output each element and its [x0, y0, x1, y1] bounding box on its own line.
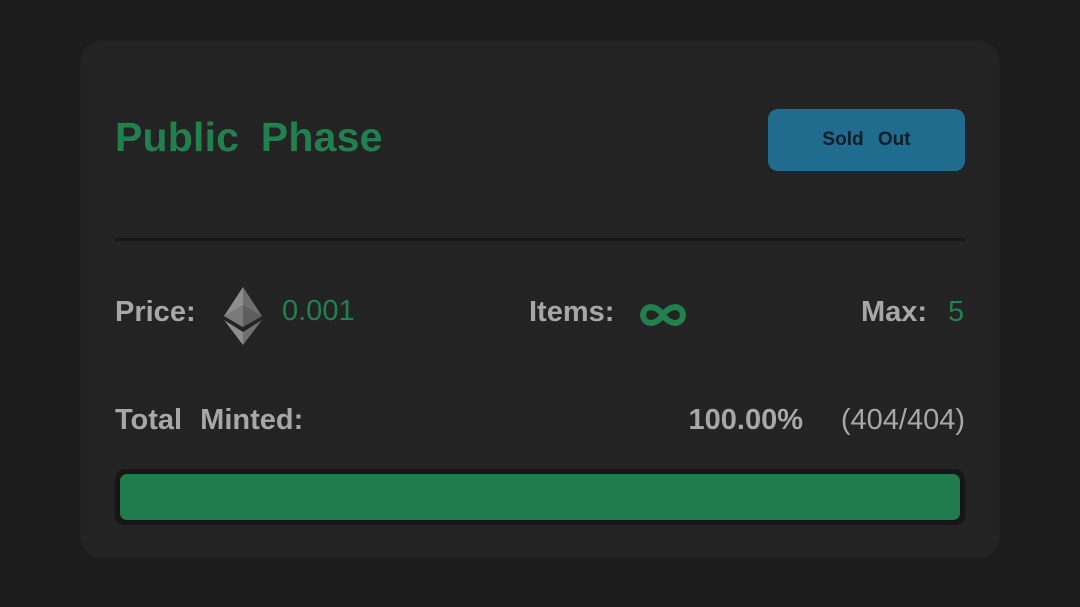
price-label: Price:: [115, 296, 196, 328]
mint-phase-card: Public Phase Sold Out Price: 0.001 Items…: [81, 41, 999, 558]
items-label: Items:: [529, 296, 615, 328]
sold-out-button[interactable]: Sold Out: [768, 109, 965, 171]
mint-progress-fill: [120, 474, 960, 520]
minted-count: (404/404): [840, 404, 965, 436]
phase-title: Public Phase: [115, 114, 383, 160]
divider: [115, 238, 965, 241]
mint-progress-bar: [115, 469, 965, 525]
infinity-icon: [640, 304, 686, 326]
max-value: 5: [948, 296, 965, 328]
minted-percent: 100.00%: [688, 404, 804, 436]
total-minted-label: Total Minted:: [115, 404, 304, 436]
max-label: Max:: [861, 296, 928, 328]
price-value: 0.001: [282, 295, 355, 327]
ethereum-icon: [224, 287, 262, 345]
